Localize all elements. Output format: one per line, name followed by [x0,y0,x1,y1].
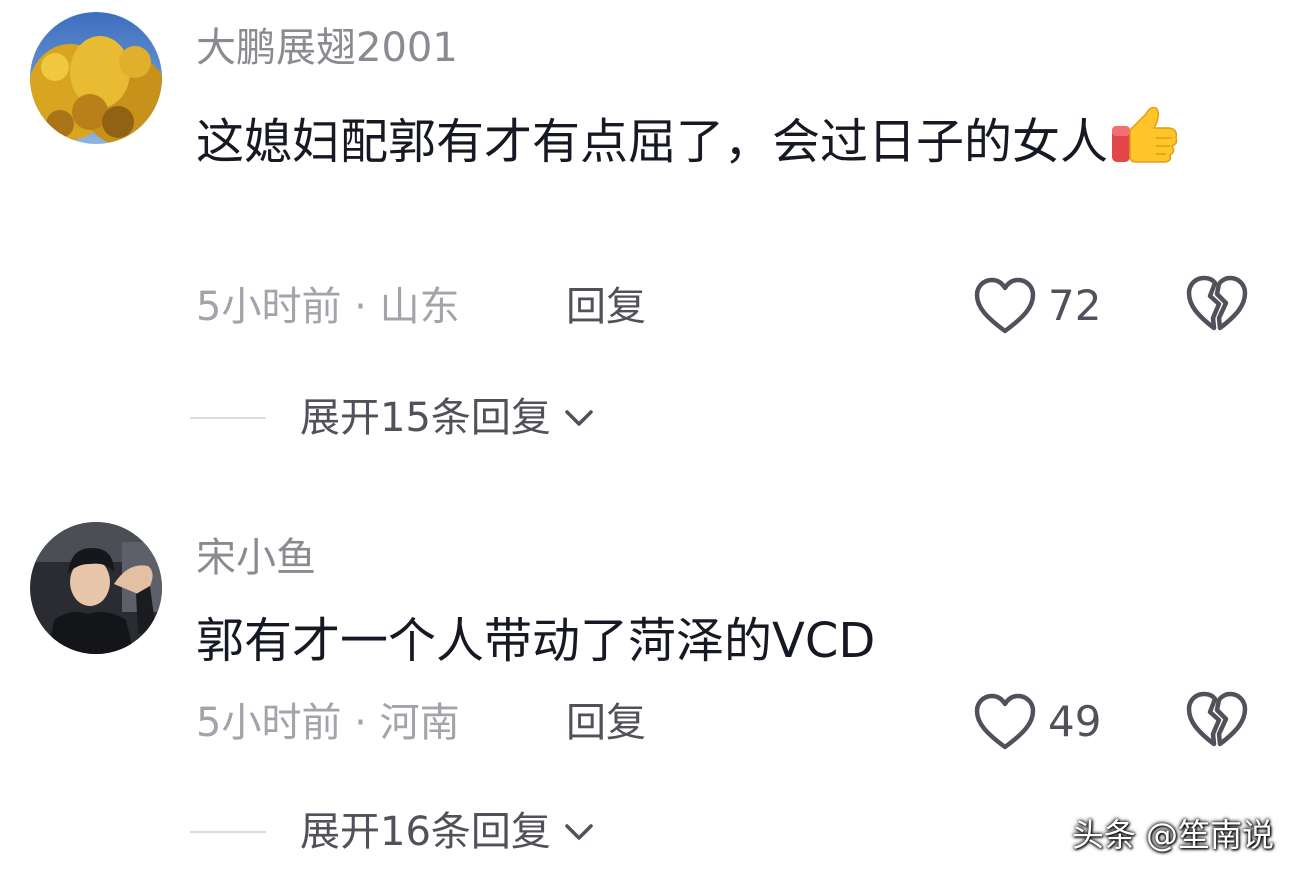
broken-heart-icon [1186,691,1248,747]
username[interactable]: 大鹏展翅2001 [196,22,458,74]
reply-button[interactable]: 回复 [566,280,646,334]
comment-time-location: 5小时前 · 河南 [196,700,460,746]
comment-text: 郭有才一个人带动了菏泽的VCD [196,613,876,669]
avatar[interactable] [30,12,162,144]
avatar[interactable] [30,522,162,654]
expand-replies-label: 展开16条回复 [300,809,551,855]
username[interactable]: 宋小鱼 [196,532,316,584]
like-button[interactable]: 49 [972,690,1101,754]
heart-icon [974,277,1036,334]
chevron-down-icon [565,410,593,426]
reply-button[interactable]: 回复 [566,696,646,750]
dislike-button[interactable] [1184,690,1254,754]
expand-replies-button[interactable]: 展开16条回复 [300,800,599,864]
like-count: 72 [1048,281,1102,330]
expand-replies-label: 展开15条回复 [300,395,551,441]
divider-line [190,417,266,419]
like-button[interactable]: 72 [972,274,1101,338]
comment-time-location: 5小时前 · 山东 [196,284,460,330]
divider-line [190,831,266,833]
like-count: 49 [1048,697,1102,746]
comment-text-body: 这媳妇配郭有才有点屈了，会过日子的女人 [196,114,1109,170]
dislike-button[interactable] [1184,274,1254,338]
golden-tree-avatar-icon [30,12,162,144]
comment-text: 这媳妇配郭有才有点屈了，会过日子的女人 [196,104,1236,179]
heart-icon [974,693,1036,750]
thumbs-up-emoji-icon [1110,104,1180,166]
watermark: 头条 @笙南说 [1071,816,1274,854]
person-photo-avatar-icon [30,522,162,654]
expand-replies-button[interactable]: 展开15条回复 [300,386,599,450]
chevron-down-icon [565,824,593,840]
broken-heart-icon [1186,275,1248,331]
